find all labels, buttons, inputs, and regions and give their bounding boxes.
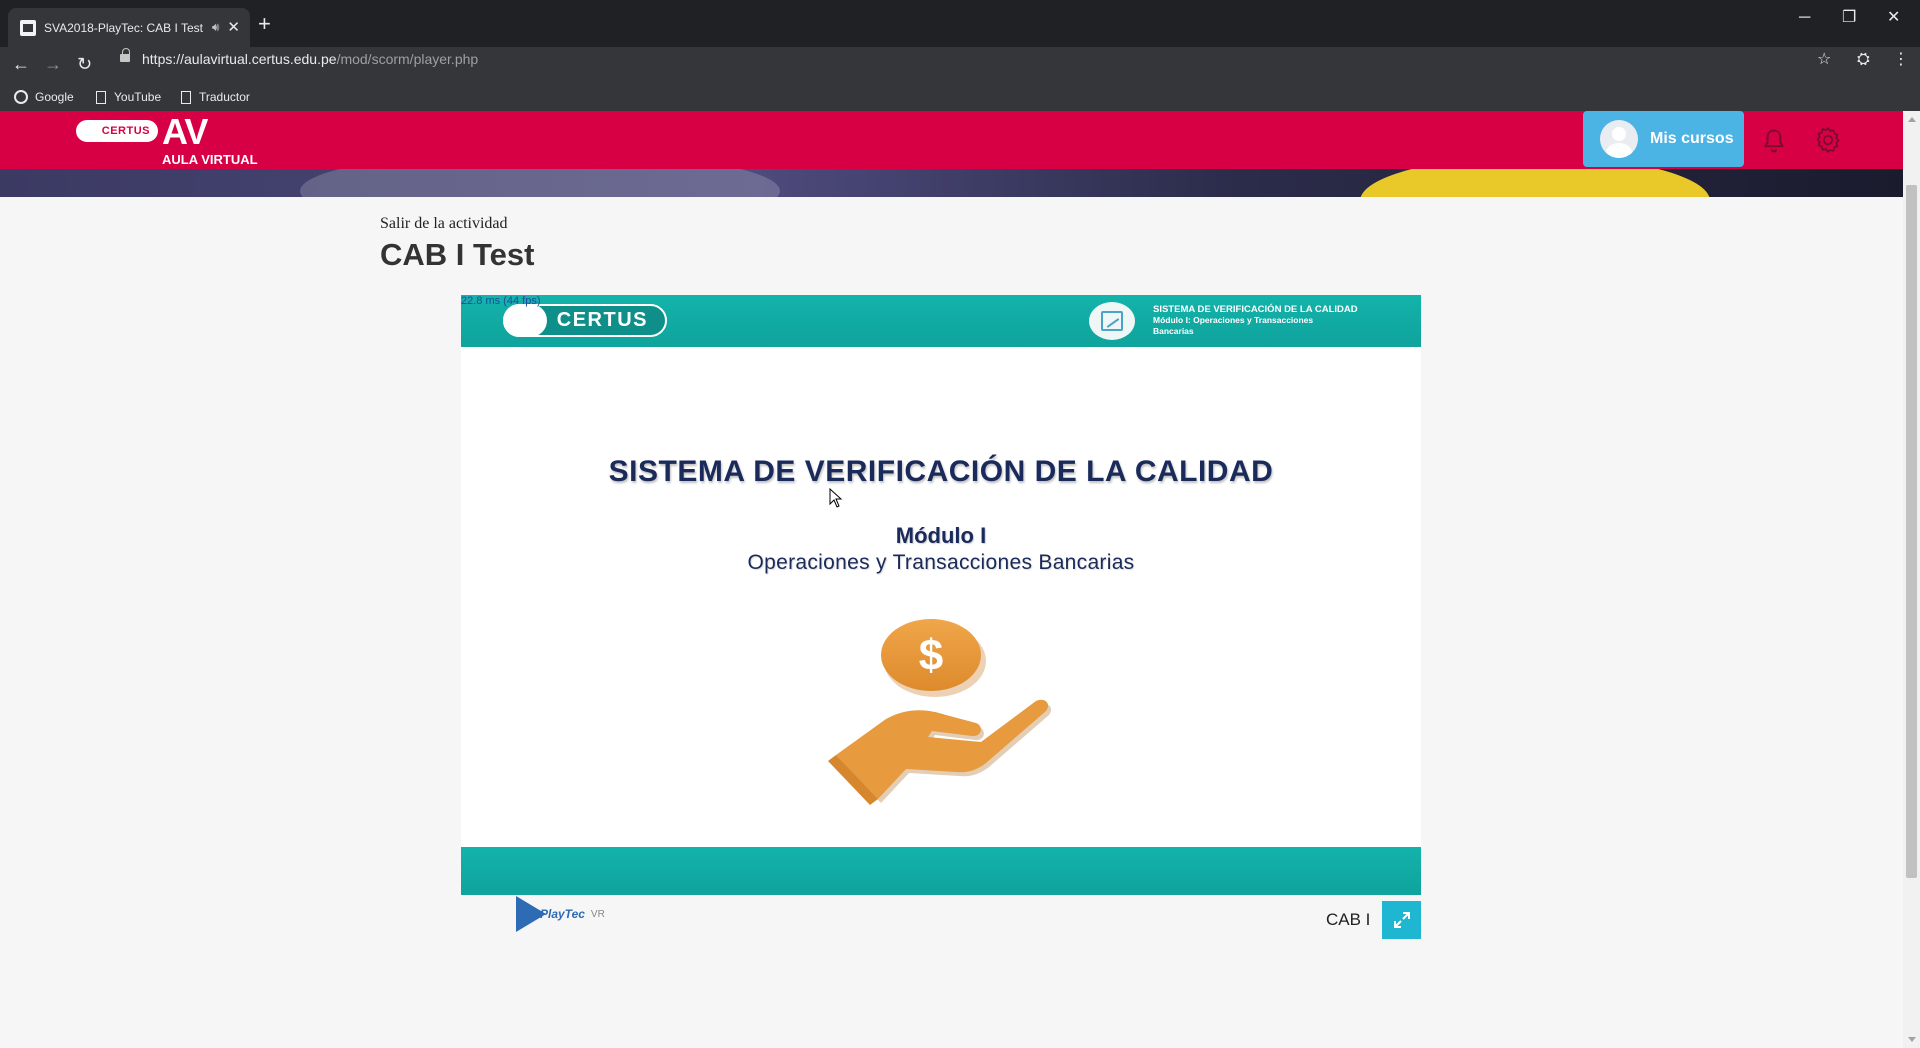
bookmark-youtube[interactable]: YouTube: [96, 90, 161, 104]
activity-label: CAB I: [1326, 910, 1371, 929]
mis-cursos-button[interactable]: Mis cursos: [1583, 111, 1744, 167]
tab-close-icon[interactable]: ✕: [227, 20, 240, 35]
scroll-down-arrow-icon[interactable]: [1908, 1037, 1916, 1042]
site-navbar: CERTUS AV AULA VIRTUAL Mis cursos: [0, 111, 1903, 169]
bookmark-label: Google: [35, 90, 74, 104]
logo-subtitle: AULA VIRTUAL: [162, 152, 258, 167]
hand-holding-coin-icon: $: [828, 619, 1052, 805]
expand-arrows-icon: [1393, 912, 1410, 928]
google-icon: [14, 90, 28, 104]
extension-icon[interactable]: ⛭: [1857, 52, 1870, 68]
bookmark-label: Traductor: [199, 90, 250, 104]
avatar: [1600, 120, 1638, 158]
tab-title: SVA2018-PlayTec: CAB I Test: [44, 20, 203, 35]
slide-module: Módulo I: [895, 523, 987, 548]
logo-av[interactable]: AV: [162, 114, 208, 150]
forward-icon[interactable]: →: [44, 55, 62, 73]
bookmarks-bar: Google YouTube Traductor: [0, 85, 1920, 111]
scroll-up-arrow-icon[interactable]: [1908, 117, 1916, 122]
menu-kebab-icon[interactable]: ⋮: [1893, 52, 1909, 68]
new-tab-button[interactable]: +: [258, 13, 271, 35]
playtec-logo: PlayTec VR: [516, 896, 605, 932]
exit-activity-link[interactable]: Salir de la actividad: [380, 215, 508, 233]
scorm-player[interactable]: 22.8 ms (44 fps) CERTUS SISTEMA DE VERIF…: [461, 295, 1421, 895]
browser-tab[interactable]: SVA2018-PlayTec: CAB I Test 🔊︎ ✕: [8, 8, 250, 47]
reload-icon[interactable]: ↻: [77, 55, 92, 73]
header-line-2: Módulo I: Operaciones y Transacciones: [1153, 315, 1314, 325]
slide-header-text: SISTEMA DE VERIFICACIÓN DE LA CALIDAD Mó…: [1153, 304, 1358, 337]
bookmark-google[interactable]: Google: [14, 90, 74, 104]
mis-cursos-label: Mis cursos: [1650, 130, 1734, 147]
bookmark-traductor[interactable]: Traductor: [181, 90, 250, 104]
restore-icon[interactable]: ❐: [1842, 10, 1856, 26]
coin-symbol: $: [919, 631, 943, 680]
page-icon: [181, 90, 191, 104]
slide-subtitle: Operaciones y Transacciones Bancarias: [747, 551, 1135, 574]
browser-tabstrip: SVA2018-PlayTec: CAB I Test 🔊︎ ✕ + ─ ❐ ✕: [0, 0, 1920, 47]
minimize-icon[interactable]: ─: [1799, 10, 1810, 26]
slide-footer-bar: [461, 847, 1421, 895]
scrollbar-thumb[interactable]: [1906, 185, 1917, 878]
address-bar[interactable]: https://aulavirtual.certus.edu.pe/mod/sc…: [142, 51, 478, 67]
fps-readout: 22.8 ms (44 fps): [461, 295, 541, 307]
certus-slide-logo-text: CERTUS: [556, 309, 648, 331]
chart-badge-icon: [1089, 302, 1135, 340]
play-triangle-icon: [516, 896, 546, 932]
back-icon[interactable]: ←: [12, 55, 30, 73]
header-line-3: Bancarias: [1153, 326, 1194, 336]
page-viewport: CERTUS AV AULA VIRTUAL Mis cursos Salir …: [0, 111, 1920, 1048]
settings-gear-icon[interactable]: [1813, 125, 1843, 155]
lock-icon[interactable]: [120, 48, 130, 62]
mouse-cursor-icon: [829, 488, 843, 508]
url-path: /mod/scorm/player.php: [336, 51, 479, 67]
notifications-bell-icon[interactable]: [1760, 127, 1788, 155]
page-title: CAB I Test: [380, 237, 535, 272]
speaker-icon[interactable]: 🔊︎: [212, 20, 220, 35]
certus-slide-logo: CERTUS: [503, 304, 667, 337]
logo-badge-text: CERTUS: [101, 125, 150, 137]
bookmark-star-icon[interactable]: ☆: [1817, 52, 1831, 68]
page-icon: [96, 90, 106, 104]
page-scrollbar[interactable]: [1903, 111, 1920, 1048]
close-window-icon[interactable]: ✕: [1887, 10, 1900, 26]
favicon-icon: [20, 19, 36, 36]
playtec-brand: PlayTec: [540, 907, 585, 921]
url-host: https://aulavirtual.certus.edu.pe: [142, 51, 337, 67]
slide-header-bar: CERTUS SISTEMA DE VERIFICACIÓN DE LA CAL…: [461, 295, 1421, 347]
header-line-1: SISTEMA DE VERIFICACIÓN DE LA CALIDAD: [1153, 304, 1358, 315]
slide-title: SISTEMA DE VERIFICACIÓN DE LA CALIDAD: [608, 455, 1274, 488]
certus-logo-badge[interactable]: CERTUS: [76, 120, 158, 142]
bookmark-label: YouTube: [114, 90, 162, 104]
playtec-suffix: VR: [590, 908, 605, 920]
fullscreen-button[interactable]: [1382, 901, 1421, 939]
